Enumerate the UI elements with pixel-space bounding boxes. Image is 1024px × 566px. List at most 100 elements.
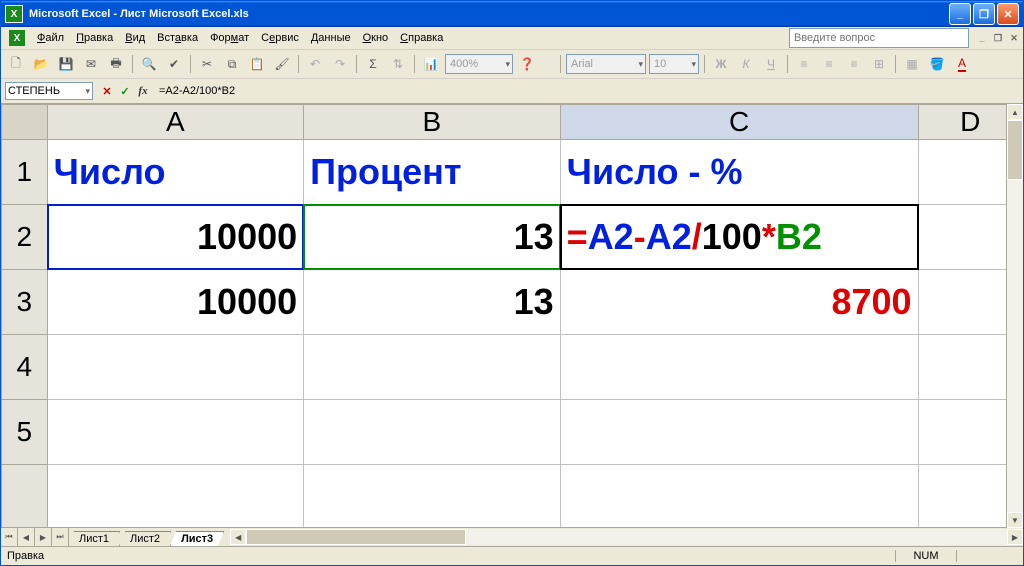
scroll-down-icon[interactable]: ▼	[1007, 512, 1023, 528]
title-bar[interactable]: X Microsoft Excel - Лист Microsoft Excel…	[1, 1, 1023, 27]
cell-c4[interactable]	[560, 335, 918, 400]
doc-close-button[interactable]: ✕	[1007, 31, 1021, 45]
redo-icon[interactable]: ↷	[329, 53, 351, 75]
close-button[interactable]: ✕	[997, 3, 1019, 25]
cancel-icon[interactable]: ✕	[99, 83, 115, 99]
cell-c6[interactable]	[560, 465, 918, 528]
preview-icon[interactable]: 🔍	[138, 53, 160, 75]
cell-a3[interactable]: 10000	[47, 270, 304, 335]
menu-view[interactable]: Вид	[119, 30, 151, 46]
row-header-6[interactable]	[2, 465, 48, 528]
scroll-thumb-v[interactable]	[1007, 120, 1023, 180]
copy-icon[interactable]: ⧉	[221, 53, 243, 75]
cell-a1[interactable]: Число	[47, 140, 304, 205]
menu-insert[interactable]: Вставка	[151, 30, 204, 46]
zoom-combo[interactable]: 400%	[445, 54, 513, 74]
sheet-tab-3[interactable]: Лист3	[170, 531, 224, 546]
menu-data[interactable]: Данные	[305, 30, 357, 46]
cell-b6[interactable]	[304, 465, 561, 528]
align-right-icon[interactable]: ≡	[843, 53, 865, 75]
sheet-tab-1[interactable]: Лист1	[68, 531, 120, 546]
menu-file[interactable]: Файл	[31, 30, 70, 46]
menu-format[interactable]: Формат	[204, 30, 255, 46]
painter-icon[interactable]: 🖌	[271, 53, 293, 75]
row-header-2[interactable]: 2	[2, 205, 48, 270]
cell-c2[interactable]: =A2-A2/100*B2	[560, 205, 918, 270]
cell-c5[interactable]	[560, 400, 918, 465]
italic-icon[interactable]: К	[735, 53, 757, 75]
menu-edit[interactable]: Правка	[70, 30, 119, 46]
merge-icon[interactable]: ⊞	[868, 53, 890, 75]
align-center-icon[interactable]: ≡	[818, 53, 840, 75]
bold-icon[interactable]: Ж	[710, 53, 732, 75]
doc-icon[interactable]: X	[9, 30, 25, 46]
col-header-a[interactable]: A	[47, 105, 304, 140]
col-header-c[interactable]: C	[560, 105, 918, 140]
cell-b3[interactable]: 13	[304, 270, 561, 335]
menu-help[interactable]: Справка	[394, 30, 449, 46]
minimize-button[interactable]: _	[949, 3, 971, 25]
grid[interactable]: A B C D 1 Число Процент Число - % 2 1000…	[1, 104, 1023, 527]
cell-a2[interactable]: 10000	[47, 205, 304, 270]
cell-b1[interactable]: Процент	[304, 140, 561, 205]
row-header-3[interactable]: 3	[2, 270, 48, 335]
open-icon[interactable]: 📂	[30, 53, 52, 75]
mail-icon[interactable]: ✉	[80, 53, 102, 75]
select-all-corner[interactable]	[2, 105, 48, 140]
status-bar: Правка NUM	[1, 546, 1023, 565]
menu-window[interactable]: Окно	[357, 30, 395, 46]
horizontal-scrollbar[interactable]: ◀ ▶	[230, 528, 1023, 546]
question-input[interactable]	[789, 28, 969, 48]
fx-icon[interactable]: fx	[135, 83, 151, 99]
row-header-4[interactable]: 4	[2, 335, 48, 400]
cell-b5[interactable]	[304, 400, 561, 465]
col-header-b[interactable]: B	[304, 105, 561, 140]
align-left-icon[interactable]: ≡	[793, 53, 815, 75]
borders-icon[interactable]: ▦	[901, 53, 923, 75]
sort-icon[interactable]: ⇅	[387, 53, 409, 75]
cell-c3[interactable]: 8700	[560, 270, 918, 335]
sheet-tab-2[interactable]: Лист2	[119, 531, 171, 546]
cell-b4[interactable]	[304, 335, 561, 400]
cell-b2[interactable]: 13	[304, 205, 561, 270]
paste-icon[interactable]: 📋	[246, 53, 268, 75]
cell-a5[interactable]	[47, 400, 304, 465]
tab-last-icon[interactable]: ⏭	[52, 528, 69, 546]
tab-prev-icon[interactable]: ◀	[18, 528, 35, 546]
formula-input[interactable]: =A2-A2/100*B2	[157, 85, 1019, 97]
scroll-thumb-h[interactable]	[246, 529, 466, 545]
spell-icon[interactable]: ✔	[163, 53, 185, 75]
doc-minimize-button[interactable]: _	[975, 31, 989, 45]
cut-icon[interactable]: ✂	[196, 53, 218, 75]
menu-tools[interactable]: Сервис	[255, 30, 305, 46]
doc-restore-button[interactable]: ❐	[991, 31, 1005, 45]
name-box[interactable]: СТЕПЕНЬ	[5, 82, 93, 100]
scroll-right-icon[interactable]: ▶	[1007, 529, 1023, 545]
tab-first-icon[interactable]: ⏮	[1, 528, 18, 546]
row-header-5[interactable]: 5	[2, 400, 48, 465]
cell-c1[interactable]: Число - %	[560, 140, 918, 205]
undo-icon[interactable]: ↶	[304, 53, 326, 75]
formula-100: 100	[702, 216, 762, 257]
underline-icon[interactable]: Ч	[760, 53, 782, 75]
font-combo[interactable]: Arial	[566, 54, 646, 74]
scroll-up-icon[interactable]: ▲	[1007, 104, 1023, 120]
size-combo[interactable]: 10	[649, 54, 699, 74]
save-icon[interactable]: 💾	[55, 53, 77, 75]
scroll-left-icon[interactable]: ◀	[230, 529, 246, 545]
maximize-button[interactable]: ❐	[973, 3, 995, 25]
row-header-1[interactable]: 1	[2, 140, 48, 205]
fill-color-icon[interactable]: 🪣	[926, 53, 948, 75]
formula-ref-a2b: A2	[646, 216, 692, 257]
chart-icon[interactable]: 📊	[420, 53, 442, 75]
font-color-icon[interactable]: A	[951, 53, 973, 75]
print-icon[interactable]: 🖶	[105, 53, 127, 75]
vertical-scrollbar[interactable]: ▲ ▼	[1006, 104, 1023, 528]
help-icon[interactable]: ❓	[516, 53, 538, 75]
sum-icon[interactable]: Σ	[362, 53, 384, 75]
tab-next-icon[interactable]: ▶	[35, 528, 52, 546]
cell-a6[interactable]	[47, 465, 304, 528]
new-icon[interactable]: 🗋	[5, 53, 27, 75]
cell-a4[interactable]	[47, 335, 304, 400]
enter-icon[interactable]: ✓	[117, 83, 133, 99]
